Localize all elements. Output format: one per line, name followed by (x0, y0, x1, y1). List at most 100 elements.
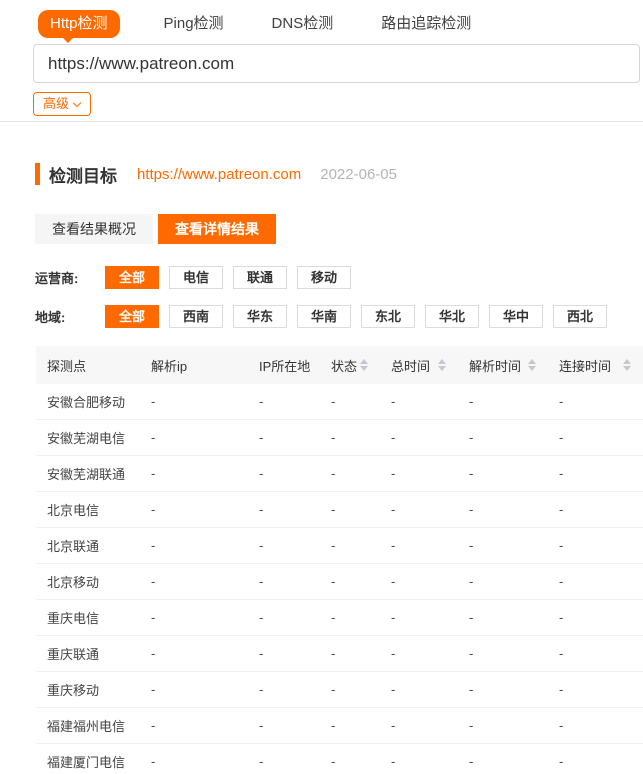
cell-resolve-ip: - (140, 394, 248, 409)
cell-probe-point: 福建厦门电信 (36, 752, 140, 771)
cell-resolve-time: - (458, 574, 548, 589)
cell-total-time: - (380, 574, 458, 589)
carrier-filter-button[interactable]: 电信 (169, 266, 223, 289)
table-row: 福建厦门电信 - - - - - - (36, 744, 643, 774)
cell-status: - (320, 754, 380, 769)
region-filter-button[interactable]: 华东 (233, 305, 287, 328)
results-table: 探测点 解析ip IP所在地 状态 总时间 解析时间 连接时间 安徽合肥移动 (36, 346, 643, 774)
cell-resolve-ip: - (140, 502, 248, 517)
cell-total-time: - (380, 430, 458, 445)
url-input-row (0, 38, 643, 83)
cell-connect-time: - (548, 646, 643, 661)
cell-total-time: - (380, 682, 458, 697)
cell-connect-time: - (548, 430, 643, 445)
cell-connect-time: - (548, 502, 643, 517)
cell-total-time: - (380, 646, 458, 661)
cell-ip-location: - (248, 466, 320, 481)
table-row: 北京联通 - - - - - - (36, 528, 643, 564)
cell-probe-point: 北京电信 (36, 500, 140, 519)
region-filter-button[interactable]: 华中 (489, 305, 543, 328)
region-filter-row: 地域: 全部 西南 华东 华南 东北 华北 华中 西北 (35, 305, 643, 328)
column-header-resolve-time: 解析时间 (458, 346, 548, 384)
sort-icon[interactable] (438, 359, 446, 371)
table-row: 北京电信 - - - - - - (36, 492, 643, 528)
cell-resolve-ip: - (140, 430, 248, 445)
column-header-total-time: 总时间 (380, 346, 458, 384)
target-section-header: 检测目标 https://www.patreon.com 2022-06-05 (35, 162, 643, 186)
carrier-filter-button[interactable]: 全部 (105, 266, 159, 289)
cell-ip-location: - (248, 718, 320, 733)
detection-tab-bar: Http检测 Ping检测 DNS检测 路由追踪检测 (0, 0, 643, 38)
carrier-filter-button[interactable]: 联通 (233, 266, 287, 289)
cell-resolve-time: - (458, 646, 548, 661)
table-row: 安徽芜湖电信 - - - - - - (36, 420, 643, 456)
cell-resolve-ip: - (140, 682, 248, 697)
view-detail-button[interactable]: 查看详情结果 (158, 214, 276, 244)
cell-resolve-ip: - (140, 574, 248, 589)
tab-http[interactable]: Http检测 (38, 10, 120, 38)
cell-resolve-time: - (458, 610, 548, 625)
cell-probe-point: 福建福州电信 (36, 716, 140, 735)
region-filter-button[interactable]: 华南 (297, 305, 351, 328)
column-header-connect-time: 连接时间 (548, 346, 643, 384)
cell-resolve-time: - (458, 718, 548, 733)
cell-status: - (320, 430, 380, 445)
sort-icon[interactable] (528, 359, 536, 371)
cell-connect-time: - (548, 682, 643, 697)
view-overview-button[interactable]: 查看结果概况 (35, 214, 153, 244)
sort-icon[interactable] (623, 359, 631, 371)
cell-connect-time: - (548, 466, 643, 481)
table-row: 北京移动 - - - - - - (36, 564, 643, 600)
cell-status: - (320, 646, 380, 661)
cell-resolve-time: - (458, 394, 548, 409)
cell-ip-location: - (248, 394, 320, 409)
cell-status: - (320, 502, 380, 517)
column-header-ip-location: IP所在地 (248, 346, 320, 384)
tab-dns[interactable]: DNS检测 (272, 13, 334, 35)
region-filter-button[interactable]: 东北 (361, 305, 415, 328)
cell-probe-point: 重庆电信 (36, 608, 140, 627)
region-filter-button[interactable]: 西南 (169, 305, 223, 328)
table-row: 重庆移动 - - - - - - (36, 672, 643, 708)
table-header-row: 探测点 解析ip IP所在地 状态 总时间 解析时间 连接时间 (36, 346, 643, 384)
cell-status: - (320, 610, 380, 625)
carrier-filter-row: 运营商: 全部 电信 联通 移动 (35, 266, 643, 289)
cell-connect-time: - (548, 574, 643, 589)
cell-total-time: - (380, 394, 458, 409)
region-filter-options: 全部 西南 华东 华南 东北 华北 华中 西北 (105, 305, 617, 328)
tab-traceroute[interactable]: 路由追踪检测 (381, 13, 471, 35)
section-divider (0, 121, 643, 122)
carrier-filter-label: 运营商: (35, 268, 105, 287)
cell-resolve-ip: - (140, 466, 248, 481)
cell-status: - (320, 538, 380, 553)
cell-probe-point: 安徽芜湖电信 (36, 428, 140, 447)
table-row: 福建福州电信 - - - - - - (36, 708, 643, 744)
cell-probe-point: 北京联通 (36, 536, 140, 555)
advanced-options-button[interactable]: 高级 (33, 92, 91, 116)
cell-probe-point: 重庆移动 (36, 680, 140, 699)
target-date: 2022-06-05 (320, 166, 397, 183)
cell-ip-location: - (248, 610, 320, 625)
table-row: 安徽芜湖联通 - - - - - - (36, 456, 643, 492)
region-filter-button[interactable]: 华北 (425, 305, 479, 328)
cell-ip-location: - (248, 538, 320, 553)
cell-total-time: - (380, 538, 458, 553)
cell-resolve-ip: - (140, 646, 248, 661)
cell-total-time: - (380, 610, 458, 625)
carrier-filter-button[interactable]: 移动 (297, 266, 351, 289)
sort-icon[interactable] (360, 359, 368, 371)
cell-connect-time: - (548, 538, 643, 553)
tab-ping[interactable]: Ping检测 (164, 13, 224, 35)
region-filter-button[interactable]: 全部 (105, 305, 159, 328)
advanced-options-label: 高级 (43, 96, 69, 112)
region-filter-button[interactable]: 西北 (553, 305, 607, 328)
table-row: 重庆联通 - - - - - - (36, 636, 643, 672)
cell-total-time: - (380, 466, 458, 481)
carrier-filter-options: 全部 电信 联通 移动 (105, 266, 361, 289)
region-filter-label: 地域: (35, 307, 105, 326)
cell-connect-time: - (548, 718, 643, 733)
url-input[interactable] (33, 44, 640, 83)
target-url-link[interactable]: https://www.patreon.com (137, 166, 301, 183)
cell-probe-point: 重庆联通 (36, 644, 140, 663)
column-header-resolve-ip: 解析ip (140, 346, 248, 384)
